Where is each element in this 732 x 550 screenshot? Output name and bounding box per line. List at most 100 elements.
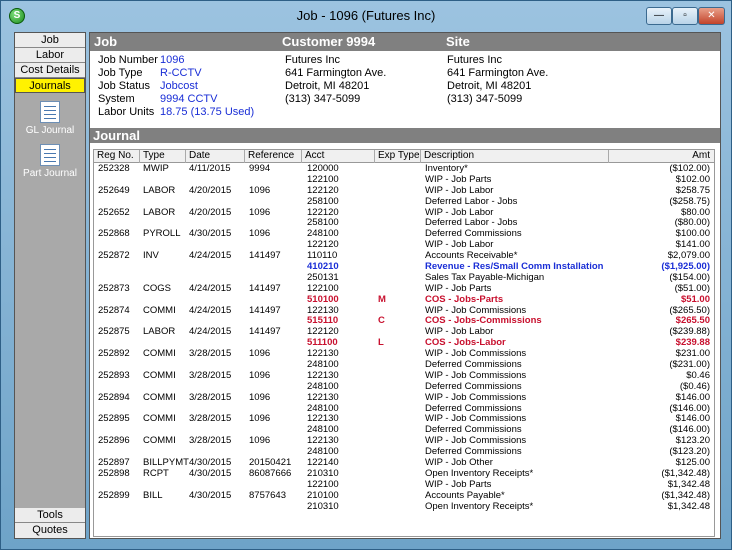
- col-amt[interactable]: Amt: [609, 150, 714, 163]
- cell-exp: M: [378, 293, 386, 305]
- table-row[interactable]: 248100 Deferred Commissions ($0.46): [94, 381, 714, 393]
- cell-date: 4/30/2015: [189, 228, 232, 240]
- table-row[interactable]: 515110 C COS - Jobs-Commissions $265.50: [94, 316, 714, 327]
- cell-reg: 252892: [98, 348, 130, 360]
- journal-table-header: Reg No. Type Date Reference Acct Exp Typ…: [94, 150, 714, 163]
- customer-info: Futures Inc 641 Farmington Ave. Detroit,…: [285, 54, 386, 106]
- col-date[interactable]: Date: [186, 150, 245, 163]
- cell-desc: Deferred Labor - Jobs: [425, 195, 518, 207]
- cell-acct: 510100: [307, 293, 339, 305]
- cell-exp: L: [378, 337, 384, 349]
- table-row[interactable]: 122100 WIP - Job Parts $102.00: [94, 174, 714, 186]
- table-row[interactable]: 248100 Deferred Commissions ($146.00): [94, 403, 714, 415]
- sidebar-bottom: Tools Quotes: [15, 508, 85, 538]
- cell-type: MWIP: [143, 163, 169, 174]
- cell-date: 3/28/2015: [189, 413, 232, 425]
- col-reg-no[interactable]: Reg No.: [94, 150, 140, 163]
- cell-date: 4/24/2015: [189, 282, 232, 294]
- cell-ref: 141497: [249, 304, 281, 316]
- table-row[interactable]: 252893 COMMI 3/28/2015 1096 122130 WIP - Job …: [94, 369, 714, 382]
- cell-date: 3/28/2015: [189, 348, 232, 360]
- table-row[interactable]: 252898 RCPT 4/30/2015 86087666 210310 Open In…: [94, 468, 714, 480]
- table-row[interactable]: 252897 BILLPYMT 4/30/2015 20150421 122140 WIP…: [94, 457, 714, 469]
- job-window: S Job - 1096 (Futures Inc) — ▫ ✕ Job Lab…: [0, 0, 732, 550]
- site-address: 641 Farmington Ave.: [447, 67, 549, 79]
- table-row[interactable]: 258100 Deferred Labor - Jobs ($258.75): [94, 195, 714, 208]
- job-status-value[interactable]: Jobcost: [160, 80, 198, 92]
- cell-ref: 141497: [249, 326, 281, 338]
- cell-ref: 9994: [249, 163, 271, 174]
- sidebar-item-quotes[interactable]: Quotes: [15, 523, 85, 538]
- part-journal-label: Part Journal: [23, 168, 77, 179]
- customer-city: Detroit, MI 48201: [285, 80, 370, 92]
- customer-heading: Customer 9994: [282, 34, 376, 49]
- table-row[interactable]: 252894 COMMI 3/28/2015 1096 122130 WIP - Job …: [94, 391, 714, 404]
- cell-amt: $51.00: [680, 293, 710, 305]
- sidebar-item-labor[interactable]: Labor: [15, 48, 85, 63]
- col-type[interactable]: Type: [140, 150, 186, 163]
- minimize-button[interactable]: —: [646, 7, 672, 25]
- cell-ref: 1096: [249, 206, 271, 218]
- table-row[interactable]: 252868 PYROLL 4/30/2015 1096 248100 Deferred …: [94, 228, 714, 240]
- cell-type: LABOR: [143, 206, 176, 218]
- col-exp-type[interactable]: Exp Type: [375, 150, 421, 163]
- labor-units-value[interactable]: 18.75 (13.75 Used): [160, 106, 254, 118]
- col-description[interactable]: Description: [421, 150, 609, 163]
- cell-date: 4/24/2015: [189, 326, 232, 338]
- cell-acct: 122130: [307, 391, 339, 403]
- table-row[interactable]: 252892 COMMI 3/28/2015 1096 122130 WIP - Job …: [94, 348, 714, 360]
- site-info: Futures Inc 641 Farmington Ave. Detroit,…: [447, 54, 548, 106]
- col-reference[interactable]: Reference: [245, 150, 302, 163]
- title-bar[interactable]: S Job - 1096 (Futures Inc) — ▫ ✕: [1, 1, 731, 29]
- cell-ref: 1096: [249, 435, 271, 447]
- system-value[interactable]: 9994 CCTV: [160, 93, 217, 105]
- table-row[interactable]: 252895 COMMI 3/28/2015 1096 122130 WIP - Job …: [94, 414, 714, 425]
- table-row[interactable]: 252328 MWIP 4/11/2015 9994 120000 Inventory*(…: [94, 163, 714, 175]
- table-row[interactable]: 250131 Sales Tax Payable-Michigan ($154.00…: [94, 272, 714, 284]
- table-row[interactable]: 252649 LABOR 4/20/2015 1096 122120 WIP - Job …: [94, 185, 714, 197]
- table-row[interactable]: 248100 Deferred Commissions ($231.00): [94, 359, 714, 371]
- main-panel: Job Customer 9994 Site Job Number 1096 Jo…: [89, 32, 721, 539]
- cell-type: COMMI: [143, 304, 176, 316]
- cell-date: 4/30/2015: [189, 489, 232, 501]
- cell-reg: 252896: [98, 435, 130, 447]
- job-number-value[interactable]: 1096: [160, 54, 184, 66]
- table-row[interactable]: 510100 M COS - Jobs-Parts $51.00: [94, 293, 714, 306]
- cell-ref: 1096: [249, 348, 271, 360]
- sidebar-item-job[interactable]: Job: [15, 33, 85, 48]
- cell-reg: 252872: [98, 250, 130, 262]
- table-row[interactable]: 122120 WIP - Job Labor $141.00: [94, 239, 714, 251]
- table-row[interactable]: 252652 LABOR 4/20/2015 1096 122120 WIP - Job …: [94, 206, 714, 219]
- sidebar-item-journals[interactable]: Journals: [15, 78, 85, 93]
- sidebar-item-tools[interactable]: Tools: [15, 508, 85, 523]
- col-acct[interactable]: Acct: [302, 150, 375, 163]
- sidebar-subitem-part-journal[interactable]: Part Journal: [15, 144, 85, 179]
- maximize-button[interactable]: ▫: [672, 7, 698, 25]
- cell-desc: COS - Jobs-Parts: [425, 293, 504, 305]
- table-row[interactable]: 252874 COMMI 4/24/2015 141497 122130 WIP - Jo…: [94, 304, 714, 317]
- table-row[interactable]: 252872 INV 4/24/2015 141497 110110 Accounts R…: [94, 250, 714, 262]
- table-row[interactable]: 122100 WIP - Job Parts $1,342.48: [94, 479, 714, 491]
- cell-type: LABOR: [143, 326, 176, 338]
- cell-type: PYROLL: [143, 228, 181, 240]
- cell-type: COMMI: [143, 435, 176, 447]
- table-row[interactable]: 511100 L COS - Jobs-Labor $239.88: [94, 337, 714, 349]
- table-row[interactable]: 252899 BILL 4/30/2015 8757643 210100 Accounts…: [94, 489, 714, 502]
- cell-ref: 1096: [249, 369, 271, 381]
- cell-ref: 141497: [249, 250, 281, 262]
- table-row[interactable]: 210310 Open Inventory Receipts* $1,342.48: [94, 500, 714, 513]
- customer-name: Futures Inc: [285, 54, 341, 66]
- job-type-value[interactable]: R-CCTV: [160, 67, 202, 79]
- table-row[interactable]: 258100 Deferred Labor - Jobs ($80.00): [94, 218, 714, 229]
- cell-ref: 1096: [249, 413, 271, 425]
- sidebar-item-cost-details[interactable]: Cost Details: [15, 63, 85, 78]
- table-row[interactable]: 252896 COMMI 3/28/2015 1096 122130 WIP - Job …: [94, 435, 714, 447]
- table-row[interactable]: 248100 Deferred Commissions ($146.00): [94, 424, 714, 436]
- sidebar-subitem-gl-journal[interactable]: GL Journal: [15, 101, 85, 136]
- table-row[interactable]: 252873 COGS 4/24/2015 141497 122100 WIP - Job…: [94, 282, 714, 295]
- table-row[interactable]: 252875 LABOR 4/24/2015 141497 122120 WIP - Jo…: [94, 326, 714, 338]
- site-heading: Site: [446, 34, 470, 49]
- close-button[interactable]: ✕: [698, 7, 725, 25]
- table-row[interactable]: 410210 Revenue - Res/Small Comm Installat…: [94, 261, 714, 273]
- cell-desc: Open Inventory Receipts*: [425, 500, 534, 512]
